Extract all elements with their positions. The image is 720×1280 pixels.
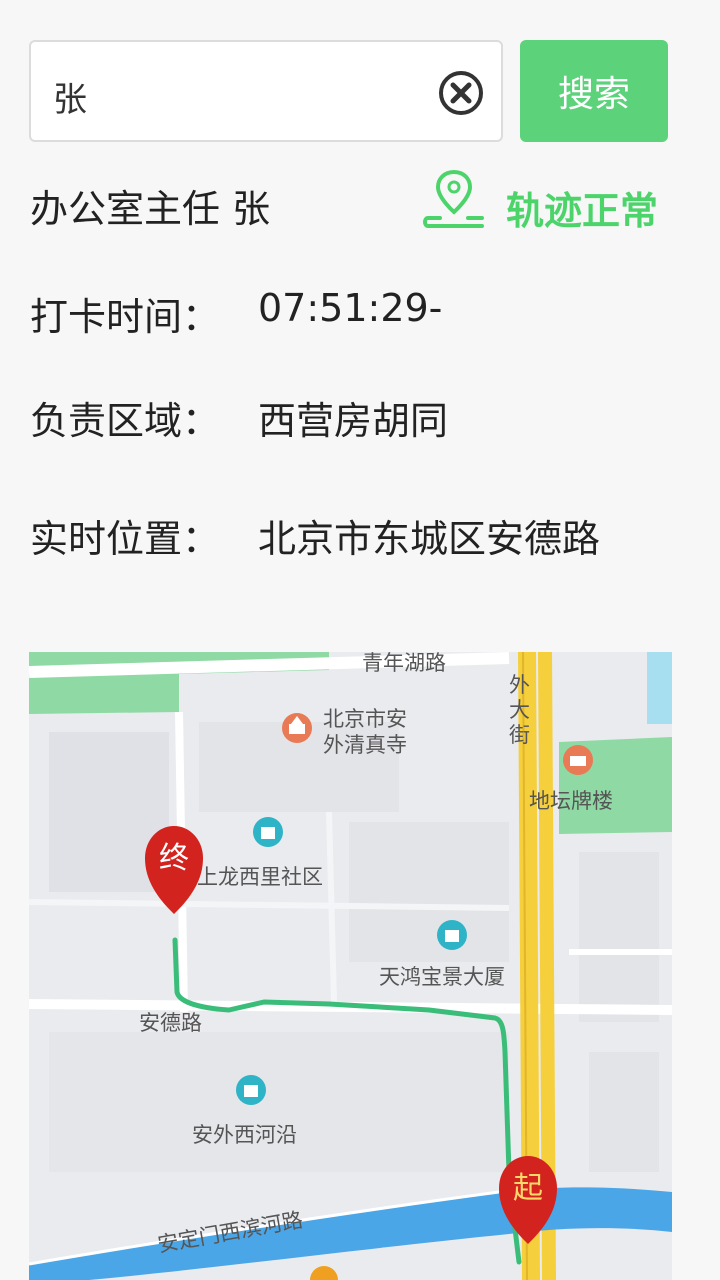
clear-icon[interactable] <box>437 69 485 117</box>
map-label-poi: 外清真寺 <box>323 733 407 757</box>
community-icon <box>236 1075 266 1105</box>
community-icon <box>253 817 283 847</box>
map-label-poi: 天鸿宝景大厦 <box>379 965 505 989</box>
map-label-street: 大 <box>509 698 530 722</box>
employee-name: 办公室主任 张 <box>30 187 271 231</box>
map-label-street: 街 <box>509 723 530 747</box>
search-input[interactable]: 张 <box>29 40 503 142</box>
location-track-icon[interactable] <box>420 168 488 232</box>
location-value: 北京市东城区安德路 <box>258 517 601 561</box>
clock-in-value: 07:51:29- <box>258 286 443 330</box>
landmark-icon <box>563 745 593 775</box>
mosque-icon <box>282 713 312 743</box>
search-button[interactable]: 搜索 <box>520 40 668 142</box>
map-label-road-top: 青年湖路 <box>362 652 446 675</box>
map-view[interactable]: 青年湖路 外 大 街 北京市安 外清真寺 地坛牌楼 上龙西里社区 天鸿宝景大厦 … <box>29 652 672 1280</box>
search-input-value[interactable]: 张 <box>53 72 87 121</box>
track-status[interactable]: 轨迹正常 <box>506 180 658 235</box>
map-label-street: 外 <box>509 673 530 697</box>
map-label-poi: 安外西河沿 <box>192 1123 297 1147</box>
svg-text:起: 起 <box>513 1171 543 1206</box>
area-label: 负责区域： <box>30 399 221 443</box>
map-label-poi: 地坛牌楼 <box>529 789 613 813</box>
area-value: 西营房胡同 <box>258 399 449 443</box>
map-label-poi: 上龙西里社区 <box>197 865 323 889</box>
map-label-road: 安德路 <box>139 1011 202 1035</box>
svg-text:终: 终 <box>159 841 189 876</box>
clock-in-label: 打卡时间： <box>30 295 221 339</box>
location-label: 实时位置： <box>30 517 221 561</box>
map-label-poi: 北京市安 <box>323 707 407 731</box>
building-icon <box>437 920 467 950</box>
